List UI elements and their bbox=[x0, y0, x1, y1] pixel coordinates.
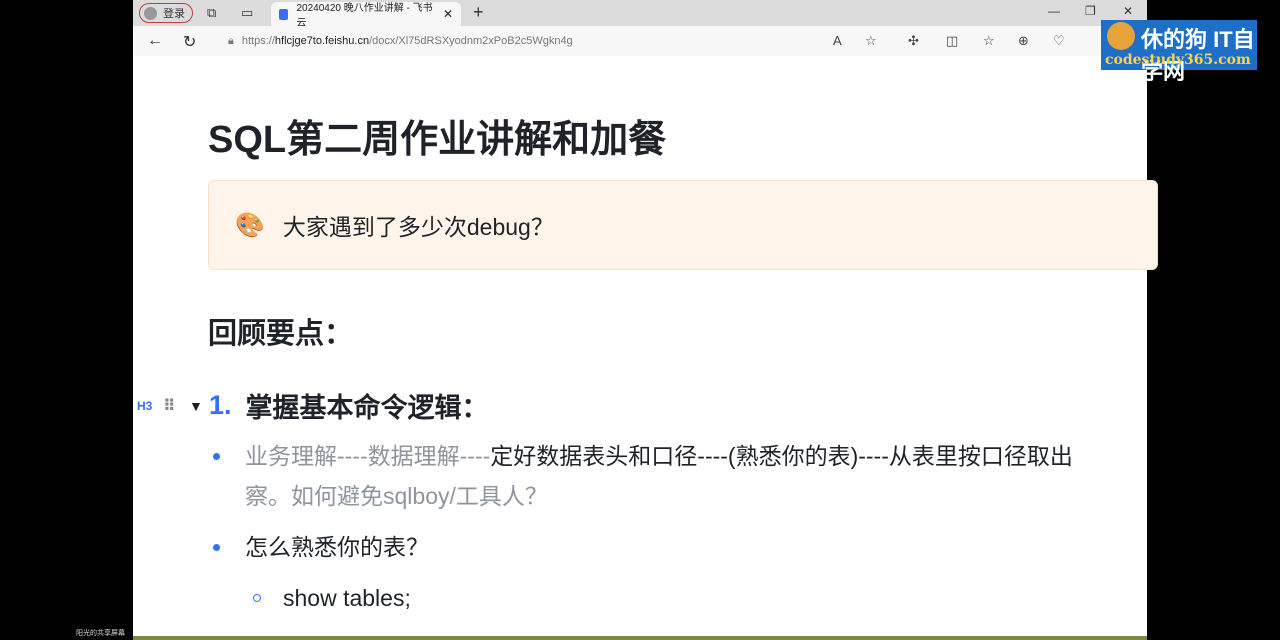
workspaces-icon[interactable]: ⧉ bbox=[207, 5, 216, 21]
tab-active[interactable]: 20240420 晚八作业讲解 - 飞书云 ✕ bbox=[271, 2, 461, 29]
url-prefix: https:// bbox=[241, 35, 275, 47]
back-icon[interactable]: ← bbox=[147, 32, 163, 50]
lock-icon: 🔒︎ bbox=[228, 34, 234, 47]
collections-icon[interactable]: ⊕ bbox=[1018, 33, 1029, 49]
login-label: 登录 bbox=[163, 8, 185, 20]
restore-icon[interactable]: ❐ bbox=[1085, 4, 1096, 18]
watermark-logo: 休的狗 IT自学网 codestudy365.com bbox=[1101, 20, 1257, 84]
monkey-logo-icon bbox=[1107, 22, 1135, 50]
favorites-icon[interactable]: ☆ bbox=[983, 33, 995, 49]
list-text-line2: 察。如何避免sqlboy/工具人？ bbox=[245, 483, 548, 509]
performance-icon[interactable]: ♡ bbox=[1053, 33, 1065, 49]
callout-text: 大家遇到了多少次debug？ bbox=[282, 214, 554, 240]
browser-window: 登录 ⧉ ▭ 20240420 晚八作业讲解 - 飞书云 ✕ + — ❐ ✕ ← … bbox=[133, 0, 1158, 640]
bullet-icon bbox=[213, 544, 220, 551]
collapse-triangle-icon[interactable]: ▼ bbox=[189, 398, 207, 414]
url-input[interactable]: 🔒︎ https://hflcjge7to.feishu.cn/docx/Xl75… bbox=[228, 30, 848, 52]
heading-text: 掌握基本命令逻辑： bbox=[245, 393, 489, 423]
login-button[interactable]: 登录 bbox=[139, 3, 193, 23]
screen-share-label: 阳光的共享屏幕 bbox=[76, 630, 125, 637]
desktop-strip bbox=[133, 636, 1147, 640]
document: SQL第二周作业讲解和加餐 🎨 大家遇到了多少次debug？ 回顾要点： H3 ⠿… bbox=[133, 56, 1158, 640]
list-item: 业务理解----数据理解----定好数据表头和口径----(熟悉你的表)----… bbox=[213, 436, 1073, 516]
heading-3: H3 ⠿ ▼ 1. 掌握基本命令逻辑： bbox=[133, 386, 489, 425]
tab-title: 20240420 晚八作业讲解 - 飞书云 bbox=[296, 3, 433, 29]
extensions-icon[interactable]: ✣ bbox=[908, 33, 919, 49]
heading-number: 1. bbox=[209, 390, 232, 420]
list-item: 怎么熟悉你的表？ bbox=[213, 527, 429, 567]
avatar-icon bbox=[144, 6, 157, 20]
block-type-tag[interactable]: H3 bbox=[137, 399, 157, 413]
drag-handle-icon[interactable]: ⠿ bbox=[163, 396, 183, 416]
favorite-icon[interactable]: ☆ bbox=[865, 33, 877, 49]
close-tab-icon[interactable]: ✕ bbox=[443, 7, 453, 21]
bullet-icon bbox=[213, 453, 220, 460]
read-aloud-icon[interactable]: A bbox=[833, 33, 842, 48]
list-text: 定好数据表头和口径----(熟悉你的表)----从表里按口径取出 bbox=[490, 443, 1073, 469]
list-text: 怎么熟悉你的表？ bbox=[245, 534, 429, 560]
tab-actions-icon[interactable]: ▭ bbox=[241, 5, 253, 21]
split-screen-icon[interactable]: ◫ bbox=[946, 33, 958, 49]
sub-list-item: show tables; bbox=[213, 578, 411, 618]
list-text-grey: 业务理解----数据理解---- bbox=[245, 443, 491, 469]
palette-icon: 🎨 bbox=[235, 211, 265, 239]
new-tab-icon[interactable]: + bbox=[473, 2, 484, 23]
page-title: SQL第二周作业讲解和加餐 bbox=[208, 119, 667, 161]
list-text: show tables; bbox=[283, 585, 411, 611]
hollow-bullet-icon bbox=[253, 594, 261, 602]
callout: 🎨 大家遇到了多少次debug？ bbox=[208, 180, 1158, 270]
minimize-icon[interactable]: — bbox=[1048, 4, 1060, 18]
address-bar: ← ↻ 🔒︎ https://hflcjge7to.feishu.cn/docx/… bbox=[133, 26, 1147, 56]
watermark-url: codestudy365.com bbox=[1105, 52, 1251, 68]
refresh-icon[interactable]: ↻ bbox=[183, 32, 196, 52]
doc-icon bbox=[279, 8, 289, 20]
tab-bar: 登录 ⧉ ▭ 20240420 晚八作业讲解 - 飞书云 ✕ + — ❐ ✕ bbox=[133, 0, 1147, 29]
heading-2: 回顾要点： bbox=[208, 318, 354, 350]
url-path: /docx/Xl75dRSXyodnm2xPoB2c5Wgkn4g bbox=[369, 35, 573, 47]
url-host: hflcjge7to.feishu.cn bbox=[274, 35, 370, 47]
close-window-icon[interactable]: ✕ bbox=[1123, 4, 1133, 18]
